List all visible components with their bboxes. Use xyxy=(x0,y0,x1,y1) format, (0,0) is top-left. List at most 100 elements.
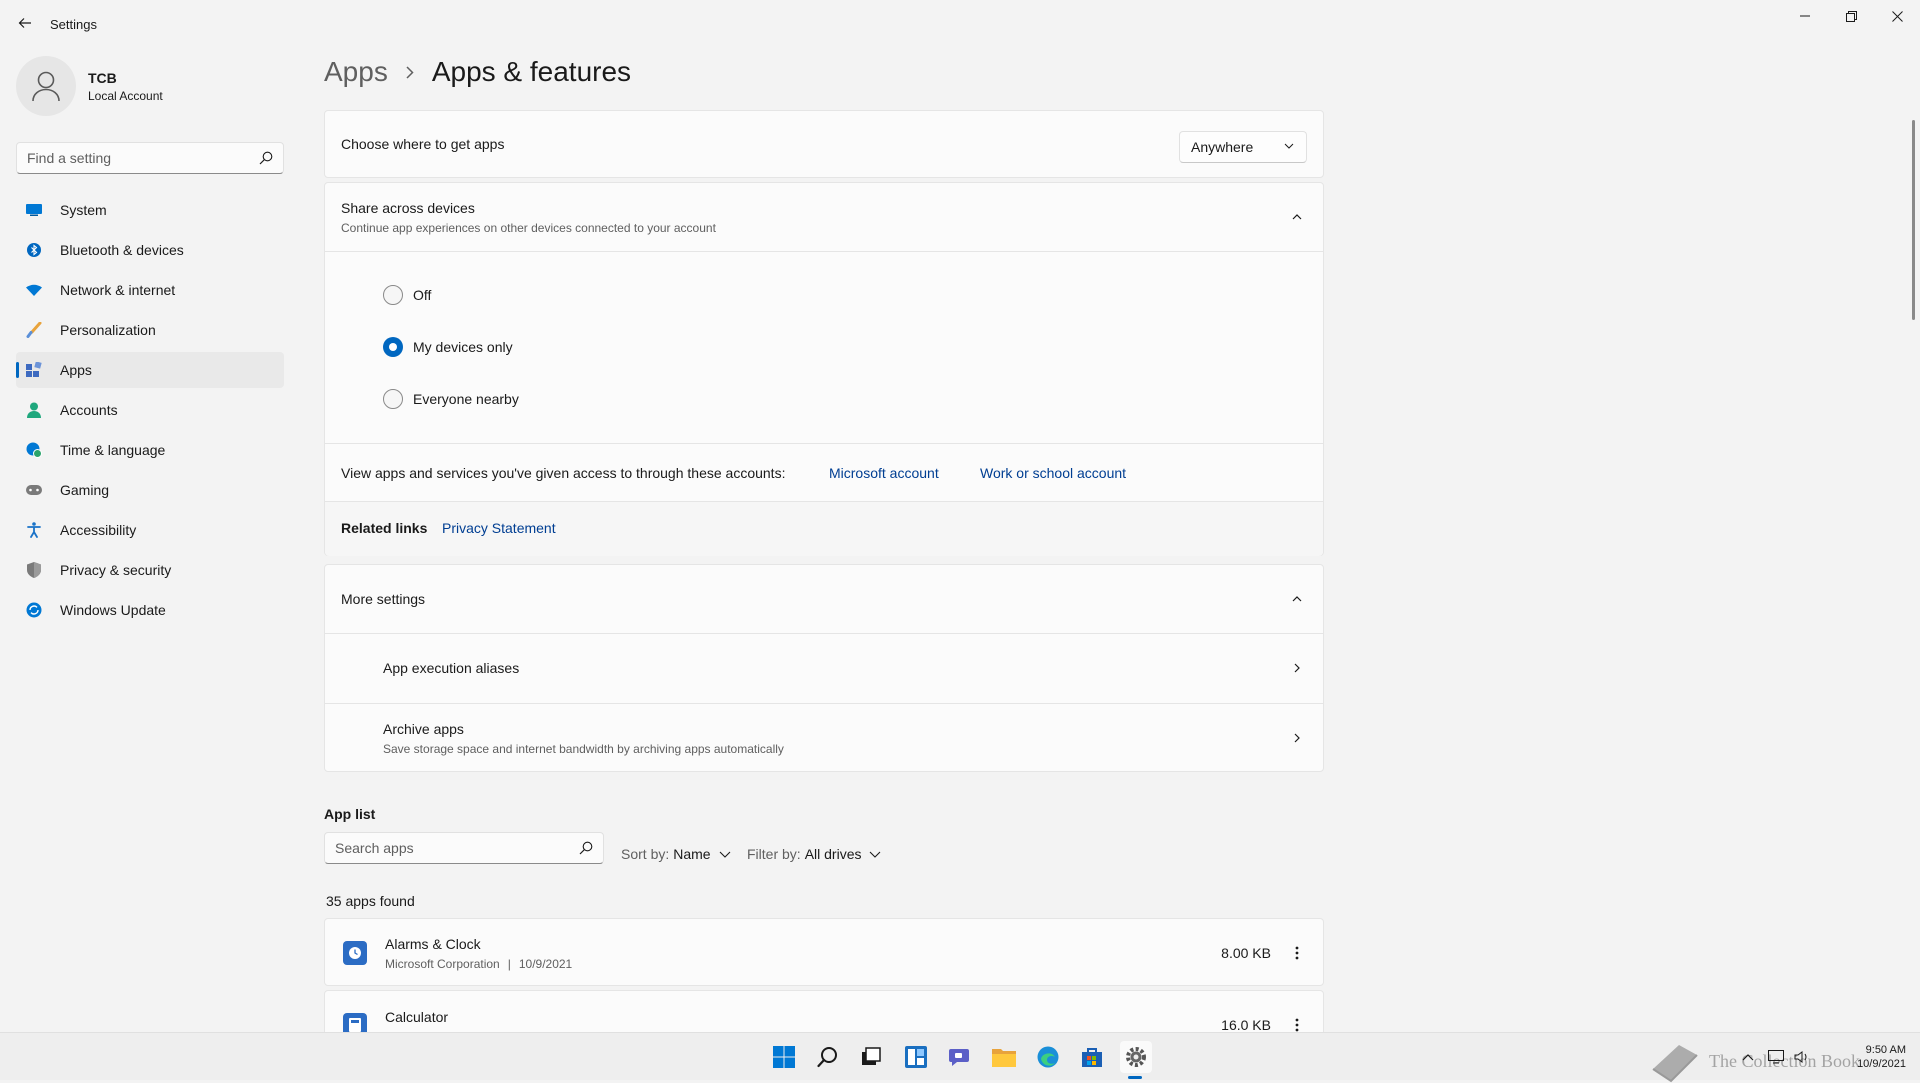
radio-button[interactable] xyxy=(383,285,403,305)
sidebar-item-bluetooth[interactable]: Bluetooth & devices xyxy=(16,232,284,268)
sidebar-item-privacy[interactable]: Privacy & security xyxy=(16,552,284,588)
sidebar-nav: System Bluetooth & devices Network & int… xyxy=(16,192,284,632)
search-icon xyxy=(817,1047,837,1068)
more-options-button[interactable] xyxy=(1287,1015,1307,1032)
sidebar-item-apps[interactable]: Apps xyxy=(16,352,284,388)
privacy-statement-link[interactable]: Privacy Statement xyxy=(442,520,556,536)
gear-icon xyxy=(1126,1047,1146,1067)
radio-my-devices-only[interactable]: My devices only xyxy=(383,337,513,357)
get-apps-label: Choose where to get apps xyxy=(341,136,505,152)
more-vertical-icon xyxy=(1295,946,1299,960)
main-content: Apps Apps & features Choose where to get… xyxy=(324,48,1324,1032)
person-icon xyxy=(26,402,42,418)
microsoft-account-link[interactable]: Microsoft account xyxy=(829,465,939,481)
close-button[interactable] xyxy=(1874,0,1920,32)
app-name: Alarms & Clock xyxy=(385,936,481,952)
edge-browser-button[interactable] xyxy=(1032,1041,1064,1073)
search-apps-input[interactable] xyxy=(325,833,565,863)
minimize-button[interactable] xyxy=(1782,0,1828,32)
microsoft-store-button[interactable] xyxy=(1076,1041,1108,1073)
close-icon xyxy=(1891,10,1903,22)
app-execution-aliases-label: App execution aliases xyxy=(383,660,520,676)
clock-date: 10/9/2021 xyxy=(1857,1058,1906,1070)
more-settings-title: More settings xyxy=(341,591,426,607)
collapse-button[interactable] xyxy=(1287,589,1307,609)
app-row[interactable]: Calculator 16.0 KB xyxy=(324,990,1324,1032)
filter-by-value: All drives xyxy=(804,846,862,862)
settings-taskbar-button[interactable] xyxy=(1120,1041,1152,1073)
chevron-down-icon xyxy=(1284,143,1294,149)
radio-button[interactable] xyxy=(383,389,403,409)
app-name: Calculator xyxy=(385,1009,449,1025)
app-row[interactable]: Alarms & Clock Microsoft Corporation | 10/… xyxy=(324,918,1324,986)
search-apps-box[interactable] xyxy=(324,832,604,864)
app-meta: Microsoft Corporation | 10/9/2021 xyxy=(385,957,573,971)
sidebar-item-label: Privacy & security xyxy=(60,562,172,578)
vertical-scrollbar[interactable] xyxy=(1912,120,1915,320)
wifi-icon xyxy=(26,282,42,298)
sidebar-item-windows-update[interactable]: Windows Update xyxy=(16,592,284,628)
restore-button[interactable] xyxy=(1828,0,1874,32)
sidebar-item-accounts[interactable]: Accounts xyxy=(16,392,284,428)
sidebar-item-time-language[interactable]: Time & language xyxy=(16,432,284,468)
more-settings-card: More settings App execution aliases Arch… xyxy=(324,564,1324,772)
task-view-icon xyxy=(862,1047,881,1065)
sidebar-item-network[interactable]: Network & internet xyxy=(16,272,284,308)
taskbar-search-button[interactable] xyxy=(812,1041,844,1073)
more-settings-header[interactable]: More settings xyxy=(325,565,1323,633)
share-title: Share across devices xyxy=(341,200,475,216)
sidebar-item-system[interactable]: System xyxy=(16,192,284,228)
get-apps-dropdown[interactable]: Anywhere xyxy=(1179,131,1307,163)
back-button[interactable] xyxy=(14,12,36,34)
chevron-right-icon xyxy=(406,65,414,79)
widgets-icon xyxy=(905,1046,927,1068)
share-header[interactable]: Share across devices Continue app experi… xyxy=(325,183,1323,251)
breadcrumb-apps[interactable]: Apps xyxy=(324,56,388,88)
chevron-right-icon xyxy=(1287,728,1307,748)
start-button[interactable] xyxy=(768,1041,800,1073)
gamepad-icon xyxy=(26,482,42,498)
get-apps-card: Choose where to get apps Anywhere xyxy=(324,110,1324,178)
volume-icon xyxy=(1794,1051,1807,1063)
system-tray[interactable] xyxy=(1742,1033,1810,1081)
sidebar-item-label: Apps xyxy=(60,362,92,378)
search-icon xyxy=(259,151,273,165)
sidebar-item-label: Accessibility xyxy=(60,522,137,538)
sort-by-dropdown[interactable]: Sort by: Name xyxy=(621,846,731,862)
filter-by-dropdown[interactable]: Filter by: All drives xyxy=(747,846,881,862)
chevron-up-icon xyxy=(1292,214,1302,220)
avatar xyxy=(16,56,76,116)
taskbar: The Collection Book 9:50 AM 10/9/2021 xyxy=(0,1032,1920,1083)
widgets-button[interactable] xyxy=(900,1041,932,1073)
system-icon xyxy=(26,202,42,218)
archive-apps-title: Archive apps xyxy=(383,721,464,737)
clock-time: 9:50 AM xyxy=(1865,1044,1906,1056)
radio-off[interactable]: Off xyxy=(383,285,431,305)
taskbar-clock[interactable]: 9:50 AM 10/9/2021 xyxy=(1857,1043,1906,1071)
window-title: Settings xyxy=(50,17,97,32)
chat-button[interactable] xyxy=(944,1041,976,1073)
app-size: 16.0 KB xyxy=(1221,1017,1271,1032)
app-execution-aliases-row[interactable]: App execution aliases xyxy=(325,634,1323,702)
task-view-button[interactable] xyxy=(855,1041,887,1073)
settings-search[interactable] xyxy=(16,142,284,174)
active-app-indicator xyxy=(1128,1076,1142,1079)
sidebar-item-personalization[interactable]: Personalization xyxy=(16,312,284,348)
collapse-button[interactable] xyxy=(1287,207,1307,227)
radio-everyone-nearby[interactable]: Everyone nearby xyxy=(383,389,519,409)
archive-apps-row[interactable]: Archive apps Save storage space and inte… xyxy=(325,704,1323,772)
radio-button-checked[interactable] xyxy=(383,337,403,357)
archive-apps-subtitle: Save storage space and internet bandwidt… xyxy=(383,742,784,756)
app-list-title: App list xyxy=(324,806,376,822)
sidebar-item-gaming[interactable]: Gaming xyxy=(16,472,284,508)
sort-by-value: Name xyxy=(673,846,711,862)
alarm-clock-icon xyxy=(343,941,367,965)
sidebar-item-accessibility[interactable]: Accessibility xyxy=(16,512,284,548)
chevron-down-icon xyxy=(870,851,881,858)
settings-search-input[interactable] xyxy=(17,150,247,166)
work-school-account-link[interactable]: Work or school account xyxy=(980,465,1126,481)
breadcrumb: Apps Apps & features xyxy=(324,56,631,88)
user-profile[interactable]: TCB Local Account xyxy=(16,56,163,116)
more-options-button[interactable] xyxy=(1287,943,1307,963)
file-explorer-button[interactable] xyxy=(988,1041,1020,1073)
